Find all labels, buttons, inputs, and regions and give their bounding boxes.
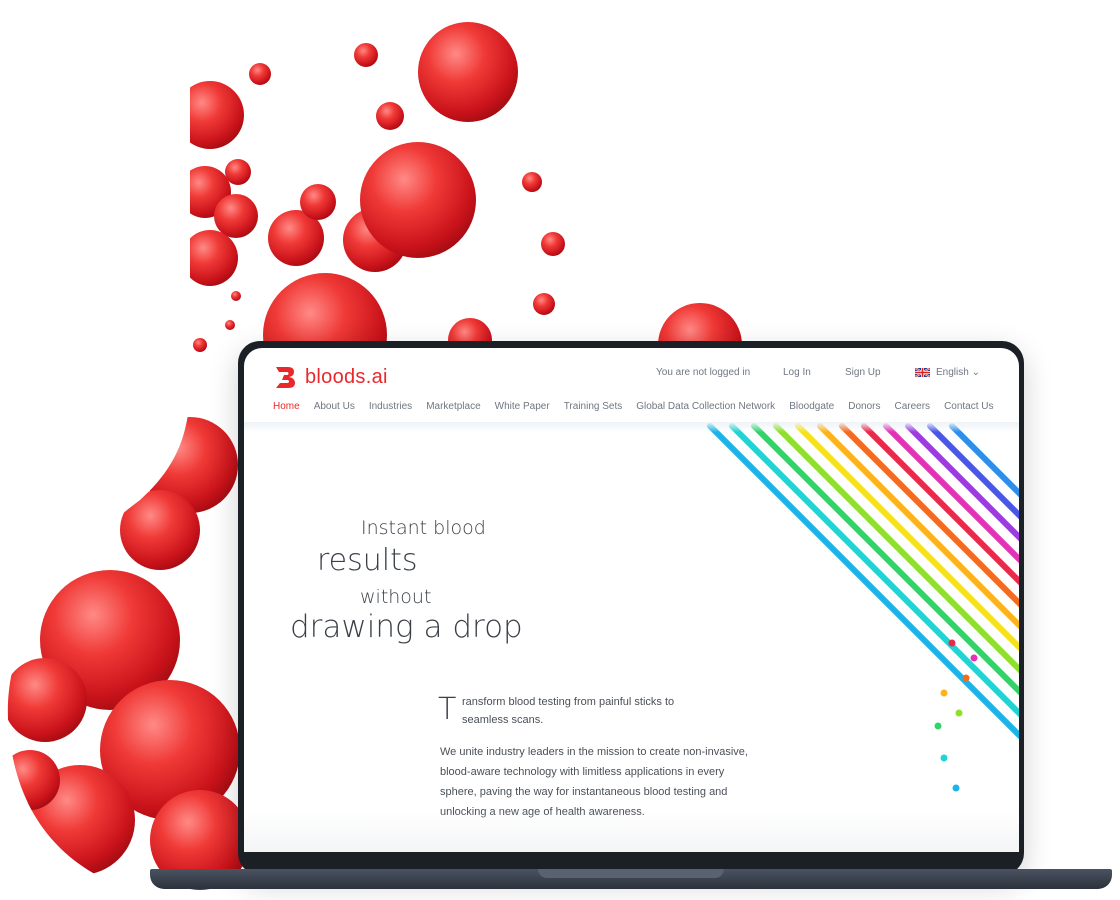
- laptop-notch: [538, 869, 724, 878]
- chevron-down-icon: ⌄: [968, 367, 980, 378]
- hero-line-2: results: [317, 543, 418, 578]
- nav-item-training-sets[interactable]: Training Sets: [564, 401, 623, 412]
- login-status: You are not logged in: [656, 367, 751, 378]
- nav-item-global-data-collection-network[interactable]: Global Data Collection Network: [636, 401, 775, 412]
- bloods-logo-icon: [276, 367, 295, 388]
- rainbow-dot: [934, 722, 942, 730]
- rainbow-dot: [962, 674, 970, 682]
- nav-item-marketplace[interactable]: Marketplace: [426, 401, 480, 412]
- nav-item-white-paper[interactable]: White Paper: [495, 401, 550, 412]
- nav-divider: [244, 422, 1019, 432]
- hero-line-4: drawing a drop: [290, 609, 523, 645]
- nav-item-contact-us[interactable]: Contact Us: [944, 401, 993, 412]
- nav-item-about-us[interactable]: About Us: [314, 401, 355, 412]
- screen-bottom-fade: [244, 812, 1019, 852]
- signup-link[interactable]: Sign Up: [845, 367, 881, 378]
- nav-item-industries[interactable]: Industries: [369, 401, 412, 412]
- nav-item-donors[interactable]: Donors: [848, 401, 880, 412]
- login-link[interactable]: Log In: [783, 367, 811, 378]
- rainbow-stripe: [707, 423, 1019, 740]
- intro-body: We unite industry leaders in the mission…: [440, 746, 748, 818]
- language-label: English: [936, 367, 969, 378]
- logo-text: bloods.ai: [305, 365, 388, 388]
- uk-flag-icon: [915, 367, 930, 377]
- nav-item-home[interactable]: Home: [273, 401, 300, 412]
- hero-line-3: without: [360, 586, 432, 608]
- site-logo[interactable]: bloods.ai: [274, 365, 388, 389]
- hero-line-1: Instant blood: [361, 517, 486, 539]
- rainbow-dot: [940, 689, 948, 697]
- rainbow-dot: [940, 754, 948, 762]
- main-nav: Home About Us Industries Marketplace Whi…: [273, 401, 1008, 412]
- nav-item-careers[interactable]: Careers: [894, 401, 930, 412]
- language-selector[interactable]: English ⌄: [915, 367, 980, 378]
- rainbow-dot: [948, 639, 956, 647]
- rainbow-dot: [952, 784, 960, 792]
- drop-cap: T: [438, 692, 457, 727]
- rainbow-dot: [955, 709, 963, 717]
- nav-item-bloodgate[interactable]: Bloodgate: [789, 401, 834, 412]
- rainbow-dot: [970, 654, 978, 662]
- laptop-screen: bloods.ai You are not logged in Log In S…: [244, 348, 1019, 852]
- intro-lead: ransform blood testing from painful stic…: [462, 696, 675, 726]
